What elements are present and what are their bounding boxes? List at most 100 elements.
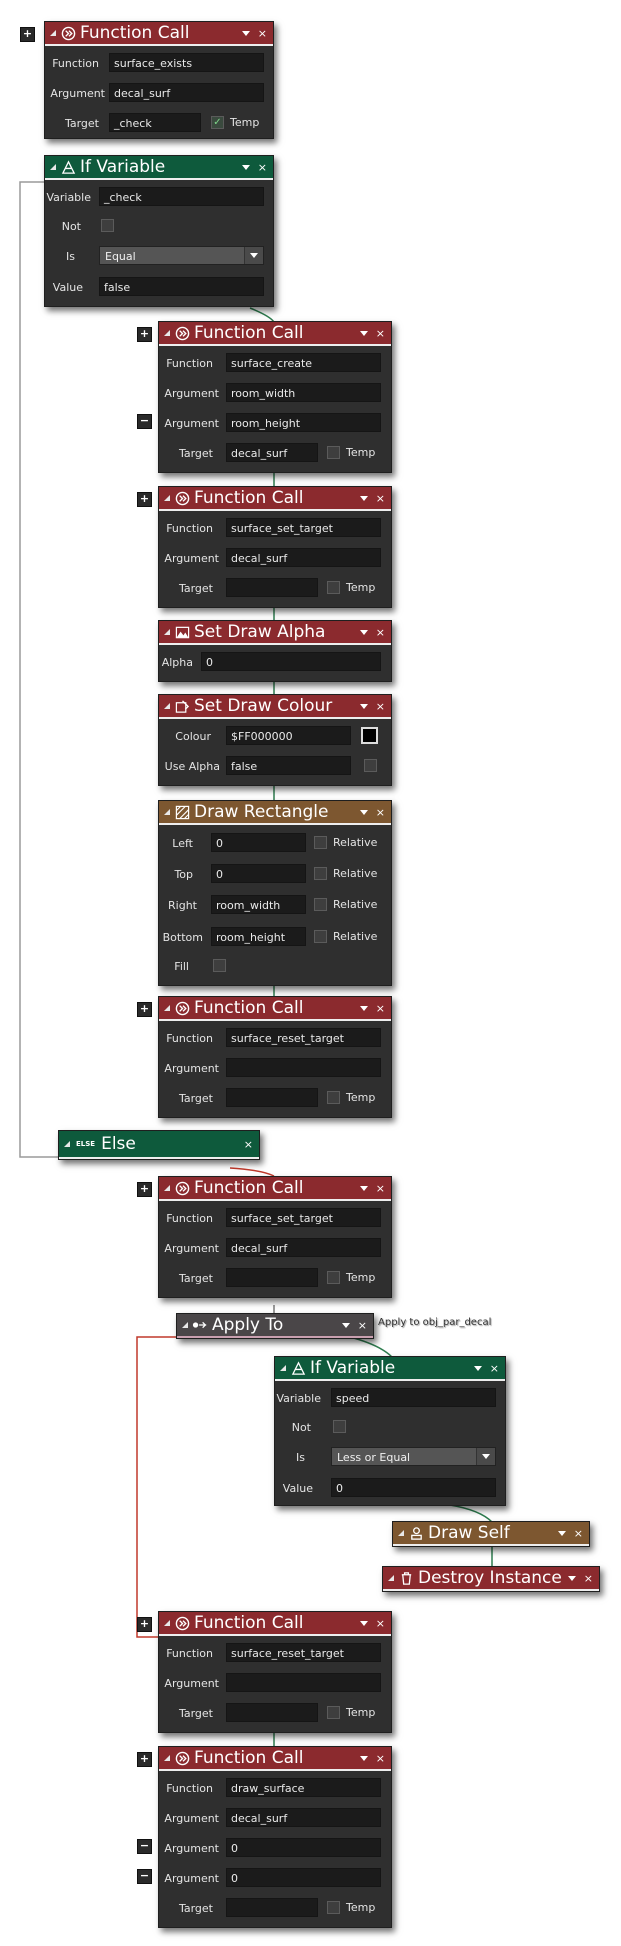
dropdown-icon[interactable] (341, 1322, 350, 1328)
dropdown-icon[interactable] (359, 1620, 368, 1626)
add-argument-button[interactable]: + (137, 1002, 152, 1017)
target-field[interactable]: decal_surf (226, 443, 318, 462)
add-argument-button[interactable]: + (137, 327, 152, 342)
value-field[interactable]: 0 (331, 1478, 496, 1497)
block-header[interactable]: Function Call × (159, 1177, 391, 1201)
block-header[interactable]: Destroy Instance × (383, 1567, 599, 1591)
function-call-block[interactable]: Function Call × Function surface_set_tar… (158, 1176, 392, 1298)
if-variable-block[interactable]: If Variable × Variable speed Not Is Less… (274, 1356, 506, 1506)
left-relative-checkbox[interactable] (314, 836, 327, 849)
function-call-block[interactable]: Function Call × Function surface_exists … (44, 21, 274, 139)
else-block[interactable]: ELSE Else × (58, 1130, 260, 1160)
collapse-icon[interactable] (164, 1755, 170, 1761)
close-icon[interactable]: × (244, 1138, 253, 1151)
block-header[interactable]: Apply To × (177, 1314, 373, 1338)
function-field[interactable]: surface_reset_target (226, 1028, 381, 1047)
function-call-block[interactable]: Function Call × Function surface_create … (158, 321, 392, 473)
is-select[interactable]: Equal (99, 246, 264, 265)
is-select[interactable]: Less or Equal (331, 1447, 496, 1466)
right-relative-checkbox[interactable] (314, 898, 327, 911)
function-call-block[interactable]: Function Call × Function draw_surface Ar… (158, 1746, 392, 1928)
close-icon[interactable]: × (258, 27, 267, 40)
argument-field[interactable]: 0 (226, 1838, 381, 1857)
argument-field[interactable]: decal_surf (226, 1808, 381, 1827)
function-field[interactable]: surface_reset_target (226, 1643, 381, 1662)
block-header[interactable]: If Variable × (275, 1357, 505, 1381)
add-argument-button[interactable]: + (137, 492, 152, 507)
dropdown-icon[interactable] (241, 164, 250, 170)
collapse-icon[interactable] (50, 30, 56, 36)
dropdown-icon[interactable] (359, 1755, 368, 1761)
close-icon[interactable]: × (376, 1752, 385, 1765)
function-field[interactable]: surface_set_target (226, 1208, 381, 1227)
remove-argument-button[interactable]: − (137, 1839, 152, 1854)
dropdown-icon[interactable] (359, 809, 368, 815)
dropdown-icon[interactable] (359, 703, 368, 709)
block-header[interactable]: Function Call × (159, 322, 391, 346)
collapse-icon[interactable] (182, 1322, 188, 1328)
collapse-icon[interactable] (164, 1620, 170, 1626)
colour-swatch[interactable] (361, 727, 378, 744)
target-field[interactable] (226, 1898, 318, 1917)
argument-field[interactable]: 0 (226, 1868, 381, 1887)
block-header[interactable]: If Variable × (45, 156, 273, 180)
argument-field[interactable] (226, 1673, 381, 1692)
block-header[interactable]: Draw Rectangle × (159, 801, 391, 825)
collapse-icon[interactable] (388, 1575, 394, 1581)
collapse-icon[interactable] (164, 703, 170, 709)
set-draw-alpha-block[interactable]: Set Draw Alpha × Alpha 0 (158, 620, 392, 682)
remove-argument-button[interactable]: − (137, 1869, 152, 1884)
value-field[interactable]: false (99, 277, 264, 296)
temp-checkbox[interactable] (327, 1091, 340, 1104)
top-relative-checkbox[interactable] (314, 867, 327, 880)
top-field[interactable]: 0 (211, 864, 306, 883)
function-field[interactable]: draw_surface (226, 1778, 381, 1797)
block-header[interactable]: Set Draw Alpha × (159, 621, 391, 645)
close-icon[interactable]: × (376, 700, 385, 713)
function-call-block[interactable]: Function Call × Function surface_set_tar… (158, 486, 392, 608)
if-variable-block[interactable]: If Variable × Variable _check Not Is Equ… (44, 155, 274, 307)
temp-checkbox[interactable] (327, 446, 340, 459)
add-argument-button[interactable]: + (137, 1752, 152, 1767)
dropdown-icon[interactable] (359, 629, 368, 635)
argument-field[interactable]: decal_surf (226, 548, 381, 567)
block-header[interactable]: Function Call × (159, 997, 391, 1021)
block-header[interactable]: ELSE Else × (59, 1131, 259, 1159)
dropdown-icon[interactable] (241, 30, 250, 36)
argument-field[interactable]: decal_surf (109, 83, 264, 102)
close-icon[interactable]: × (376, 626, 385, 639)
close-icon[interactable]: × (376, 1617, 385, 1630)
add-argument-button[interactable]: + (20, 27, 35, 42)
dropdown-icon[interactable] (567, 1575, 576, 1581)
block-header[interactable]: Function Call × (159, 1612, 391, 1636)
bottom-relative-checkbox[interactable] (314, 930, 327, 943)
function-field[interactable]: surface_exists (109, 53, 264, 72)
collapse-icon[interactable] (50, 164, 56, 170)
function-field[interactable]: surface_set_target (226, 518, 381, 537)
collapse-icon[interactable] (164, 330, 170, 336)
close-icon[interactable]: × (376, 492, 385, 505)
bottom-field[interactable]: room_height (211, 927, 306, 946)
dropdown-icon[interactable] (359, 1185, 368, 1191)
apply-to-block[interactable]: Apply To × (176, 1313, 374, 1339)
block-header[interactable]: Function Call × (159, 487, 391, 511)
use-alpha-checkbox[interactable] (364, 759, 377, 772)
close-icon[interactable]: × (376, 1182, 385, 1195)
collapse-icon[interactable] (164, 629, 170, 635)
argument-field[interactable] (226, 1058, 381, 1077)
temp-checkbox[interactable]: ✓ (211, 116, 224, 129)
collapse-icon[interactable] (64, 1141, 70, 1147)
collapse-icon[interactable] (164, 495, 170, 501)
function-field[interactable]: surface_create (226, 353, 381, 372)
dropdown-icon[interactable] (359, 495, 368, 501)
not-checkbox[interactable] (101, 219, 114, 232)
temp-checkbox[interactable] (327, 1706, 340, 1719)
argument-field[interactable]: room_width (226, 383, 381, 402)
close-icon[interactable]: × (358, 1319, 367, 1332)
function-call-block[interactable]: Function Call × Function surface_reset_t… (158, 996, 392, 1118)
close-icon[interactable]: × (574, 1527, 583, 1540)
block-header[interactable]: Set Draw Colour × (159, 695, 391, 719)
dropdown-icon[interactable] (359, 330, 368, 336)
close-icon[interactable]: × (376, 806, 385, 819)
temp-checkbox[interactable] (327, 581, 340, 594)
